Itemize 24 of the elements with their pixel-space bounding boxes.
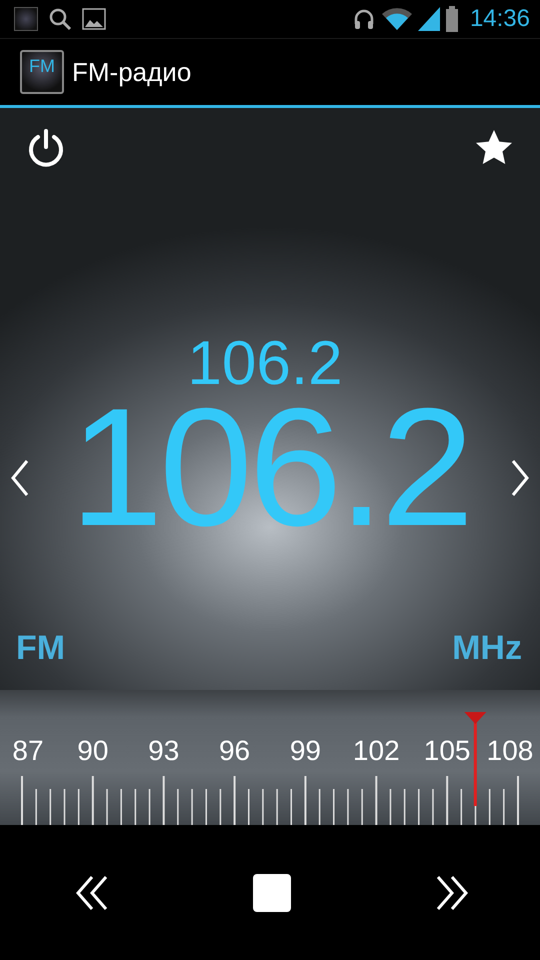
band-label: FM xyxy=(16,629,66,668)
image-icon xyxy=(82,7,106,31)
radio-app-icon xyxy=(14,7,38,31)
scale-label: 99 xyxy=(290,735,321,766)
signal-icon xyxy=(418,7,440,31)
wifi-icon xyxy=(382,8,412,30)
tuning-dial[interactable]: 87 90 93 96 99 102 105 108 xyxy=(0,690,540,825)
scale-label: 96 xyxy=(219,735,250,766)
scale-label: 108 xyxy=(486,735,534,766)
scale-label: 93 xyxy=(148,735,180,766)
scale-label: 87 xyxy=(12,735,44,766)
app-title: FM-радио xyxy=(72,56,192,88)
chevron-left-icon[interactable] xyxy=(10,458,30,498)
scale-label: 90 xyxy=(77,735,108,766)
stop-button[interactable] xyxy=(253,874,291,912)
power-icon[interactable] xyxy=(26,128,66,168)
search-icon xyxy=(48,7,72,31)
scale-label: 102 xyxy=(352,735,400,766)
app-icon[interactable]: FM xyxy=(20,50,64,94)
chevron-right-icon[interactable] xyxy=(510,458,530,498)
status-time: 14:36 xyxy=(470,5,530,33)
scale-label: 105 xyxy=(424,735,470,766)
unit-label: MHz xyxy=(452,629,522,668)
battery-icon xyxy=(446,6,458,32)
